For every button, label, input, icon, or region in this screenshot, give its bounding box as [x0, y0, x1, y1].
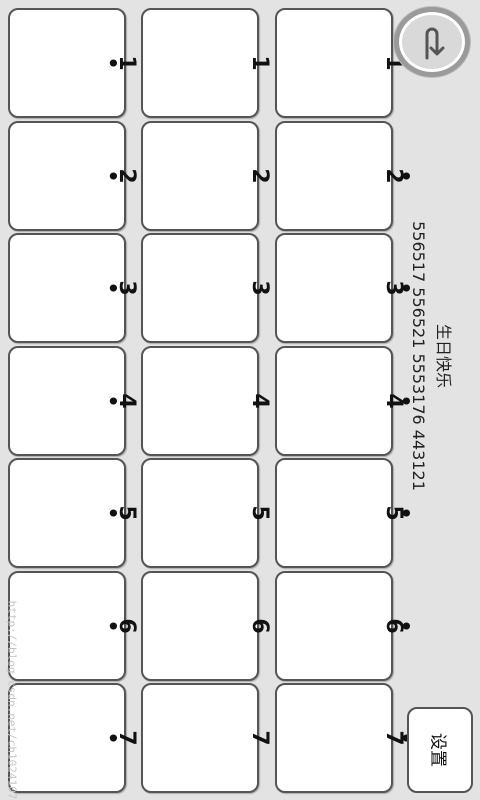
- back-arrow-icon: [425, 27, 445, 60]
- key-label: 1•: [101, 55, 139, 71]
- key-middle-6[interactable]: 6: [141, 571, 272, 681]
- octave-dot-icon: •: [101, 619, 125, 633]
- key-low-5[interactable]: 5 •: [8, 458, 139, 568]
- song-title: 生日快乐: [434, 323, 453, 388]
- octave-dot-icon: •: [101, 394, 125, 408]
- key-middle-3[interactable]: 3: [141, 233, 272, 343]
- key-low-1[interactable]: 1 •: [8, 8, 139, 118]
- key-low-6[interactable]: 6 •: [8, 571, 139, 681]
- key-label: 6: [247, 618, 272, 634]
- key-label: 7: [247, 730, 272, 746]
- key-label: 2 •: [381, 168, 418, 184]
- key-middle-1[interactable]: 1: [141, 8, 272, 118]
- key-label: 2: [247, 168, 272, 184]
- key-label: 3: [247, 280, 272, 296]
- back-button[interactable]: [394, 7, 470, 77]
- key-label: 1: [247, 55, 272, 71]
- key-label: 2 •: [101, 168, 139, 184]
- octave-dot-icon: •: [394, 506, 418, 520]
- song-notes: 556517 556521 5553176 443121: [409, 221, 428, 491]
- key-high-1[interactable]: 1•: [275, 8, 418, 118]
- octave-dot-icon: •: [394, 619, 418, 633]
- key-label: 4 •: [101, 393, 139, 409]
- octave-dot-icon: •: [101, 506, 125, 520]
- key-label: 3 •: [381, 280, 418, 296]
- key-label: 7 •: [381, 730, 418, 746]
- key-low-2[interactable]: 2 •: [8, 121, 139, 231]
- key-label: 6 •: [381, 618, 418, 634]
- octave-dot-icon: •: [101, 169, 125, 183]
- key-low-3[interactable]: 3 •: [8, 233, 139, 343]
- octave-dot-icon: •: [101, 731, 125, 745]
- key-label: 6 •: [101, 618, 139, 634]
- key-low-4[interactable]: 4 •: [8, 346, 139, 456]
- key-label: 5 •: [381, 505, 418, 521]
- octave-dot-icon: •: [101, 281, 125, 295]
- watermark: http://blog.csdn.net/ch1024107: [5, 600, 19, 800]
- key-middle-4[interactable]: 4: [141, 346, 272, 456]
- key-label: 5: [247, 505, 272, 521]
- octave-dot-icon: •: [101, 56, 125, 70]
- key-high-2[interactable]: 2 •: [275, 121, 418, 231]
- key-high-4[interactable]: 4 •: [275, 346, 418, 456]
- key-middle-2[interactable]: 2: [141, 121, 272, 231]
- settings-button-label: 设置: [427, 733, 448, 767]
- key-label: 4 •: [381, 393, 418, 409]
- key-label: 5 •: [101, 505, 139, 521]
- key-high-6[interactable]: 6 •: [275, 571, 418, 681]
- song-display: 生日快乐 556517 556521 5553176 443121: [407, 221, 453, 491]
- key-middle-7[interactable]: 7: [141, 683, 272, 793]
- key-high-3[interactable]: 3 •: [275, 233, 418, 343]
- key-high-5[interactable]: 5 •: [275, 458, 418, 568]
- key-high-7[interactable]: 7 •: [275, 683, 418, 793]
- key-label: 7 •: [101, 730, 139, 746]
- key-middle-5[interactable]: 5: [141, 458, 272, 568]
- octave-dot-icon: •: [394, 169, 418, 183]
- key-label: 4: [247, 393, 272, 409]
- key-label: 3 •: [101, 280, 139, 296]
- key-low-7[interactable]: 7 •: [8, 683, 139, 793]
- settings-button[interactable]: 设置: [407, 707, 473, 793]
